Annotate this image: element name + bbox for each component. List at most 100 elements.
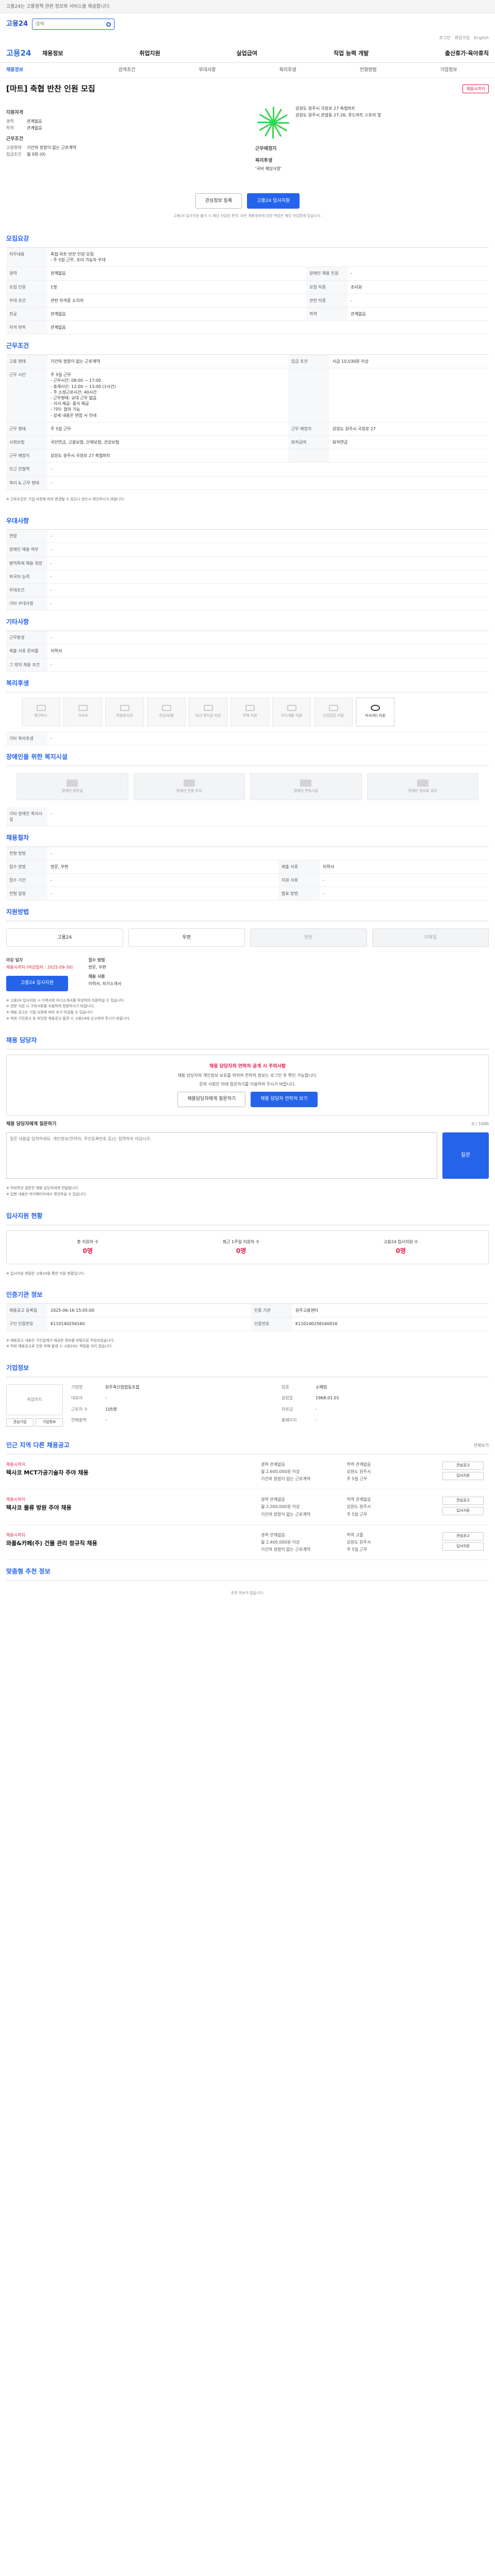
question-textarea[interactable] (6, 1132, 437, 1179)
meta-item: 기간의 정함이 없는 근로계약 (261, 1547, 310, 1552)
utility-links: 로그인 회원가입 English (0, 35, 495, 44)
row-label: 퇴직급여 (288, 435, 329, 450)
table-row: 전공 관계없음 학력 관계없음 (6, 307, 489, 321)
apply-job-button[interactable]: 입사지원 (442, 1507, 484, 1516)
menu-item[interactable]: 직업 능력 개발 (334, 49, 369, 57)
row-value: 방문, 우편 (47, 860, 278, 874)
meta-item: 기간의 정함이 없는 근로계약 (261, 1512, 310, 1517)
view-contact-button[interactable]: 채용 담당자 연락처 보기 (251, 1091, 318, 1107)
row-label: 전공 (6, 307, 47, 321)
company-field-label: 근로자 수 (71, 1406, 88, 1412)
company-field-value: 소매업 (316, 1384, 327, 1389)
follow-company-button[interactable]: 관심기업 (6, 1418, 34, 1427)
place-heading: 근무예정지 (255, 146, 277, 151)
tab[interactable]: 기업정보 (408, 67, 489, 74)
signup-link[interactable]: 회원가입 (455, 35, 470, 44)
benefit-item: 자기개발 지원 (272, 697, 311, 726)
site-logo[interactable]: 고용24 (6, 48, 42, 59)
benefit-icon (161, 705, 171, 711)
contact-notice: 채용 담당자의 연락처 공개 시 주의사항 채용 담당자의 개인정보 보호를 위… (6, 1054, 489, 1116)
row-label: 제출 서류 (278, 860, 320, 874)
etc-section: 기타사항 근무환경 - 제출 서류 준비물 이력서 그 밖의 채용 조건 - (0, 611, 495, 672)
search-box[interactable] (32, 19, 115, 30)
section-title: 인근 지역 다른 채용공고 (6, 1441, 70, 1449)
section-title: 모집요강 (6, 227, 489, 248)
company-field-label: 기업명 (71, 1384, 83, 1389)
conditions-footnote: ※ 근로조건은 기업 사정에 따라 변경될 수 있으니 반드시 확인하시기 바랍… (6, 497, 125, 501)
mode-post[interactable]: 우편 (128, 928, 245, 947)
company-field-label: 연매출액 (71, 1418, 87, 1423)
warning-text: 채용 담당자의 연락처 공개 시 주의사항 (209, 1063, 286, 1069)
location-map[interactable]: 강원도 원주시 국원로 27 축협마트 강원도 원주시 관설동 27-26, 푸… (255, 105, 489, 141)
menu-item[interactable]: 출산휴가·육아휴직 (445, 49, 489, 57)
row-label (288, 368, 329, 422)
apply-button[interactable]: 고용24 입사지원 (247, 193, 300, 209)
benefit-icon (370, 705, 380, 711)
scrap-button[interactable]: 관심정보 등록 (195, 193, 242, 209)
section-title: 복리후생 (6, 672, 489, 692)
benefit-label: 연금/보험 (159, 714, 174, 718)
summary-heading: 지원자격 (6, 110, 24, 115)
mode-online[interactable]: 고용24 (6, 928, 123, 947)
map-caption: 강원도 원주시 관설동 27-26, 푸드마트 스토리 앞 (295, 113, 382, 118)
meta-item: 경력 관계없음 (261, 1497, 285, 1502)
row-value: 퇴직연금 (329, 435, 489, 450)
related-job-title[interactable]: 와플&카페(주) 건물 관리 정규직 채용 (6, 1539, 255, 1547)
brand[interactable]: 고용24 (6, 20, 28, 29)
submit-question-button[interactable]: 질문 (442, 1132, 489, 1179)
mode-visit[interactable]: 방문 (250, 928, 367, 947)
row-label: 우대조건 (6, 583, 47, 598)
meta-item: 기간의 정함이 없는 근로계약 (261, 1477, 310, 1482)
related-job-meta: 경력 관계없음 학력 관계없음 월 2,300,000원 이상 강원도 원주시 기간의 … (261, 1497, 431, 1517)
apply-online-button[interactable]: 고용24 입사지원 (6, 975, 68, 991)
row-value: - (47, 597, 489, 611)
apply-job-button[interactable]: 입사지원 (442, 1542, 484, 1551)
related-job[interactable]: 채용시까지 텍사코 MCT가공기술자 주야 채용 경력 관계없음 학력 관계없음 월 2… (6, 1454, 489, 1490)
benefit-icon (328, 705, 338, 711)
menu-item[interactable]: 취업지원 (139, 49, 160, 57)
company-info-button[interactable]: 기업정보 (36, 1418, 63, 1427)
section-title: 근무조건 (6, 334, 489, 355)
benefits-table: 기타 복리후생 - (6, 732, 489, 745)
related-job-title[interactable]: 텍사코 물류 방원 주야 채용 (6, 1504, 255, 1512)
selection-table: 전형 방법 - 접수 방법 방문, 우편 제출 서류 이력서 접수 기간 - 지원 서류 - 전형 … (6, 846, 489, 901)
main-nav: 고용24 채용정보 취업지원 실업급여 직업 능력 개발 출산휴가·육아휴직 (0, 44, 495, 63)
scrap-job-button[interactable]: 관심공고 (442, 1532, 484, 1540)
table-row: 연령 - (6, 530, 489, 544)
job-title: [마트] 축협 반찬 인원 모집 (6, 84, 95, 93)
related-job-title[interactable]: 텍사코 MCT가공기술자 주야 채용 (6, 1469, 255, 1477)
menu-item[interactable]: 채용정보 (42, 49, 63, 57)
related-job[interactable]: 채용시까지 텍사코 물류 방원 주야 채용 경력 관계없음 학력 관계없음 월 2,30… (6, 1489, 489, 1525)
row-value: - (47, 530, 489, 544)
benefit-label: 자기개발 지원 (281, 714, 302, 718)
row-value: 조리원 (348, 280, 489, 294)
row-label: 구인 인증번호 (6, 1317, 47, 1331)
meta-item: 경력 관계없음 (261, 1532, 285, 1537)
tab[interactable]: 우대사항 (167, 67, 248, 74)
apply-job-button[interactable]: 입사지원 (442, 1471, 484, 1480)
status-section: 입사지원 현황 총 지원자 수 0명 최근 1주일 지원자 수 0명 고용24 입사… (0, 1205, 495, 1277)
search-input[interactable] (36, 22, 105, 27)
scrap-job-button[interactable]: 관심공고 (442, 1461, 484, 1470)
section-title: 기업정보 (6, 1357, 489, 1377)
tab[interactable]: 전형방법 (328, 67, 408, 74)
benefit-label: 통근버스 (34, 714, 48, 718)
meta-item: 강원도 원주시 (346, 1469, 371, 1474)
row-label: 발표 방법 (278, 887, 320, 901)
mode-email[interactable]: 이메일 (372, 928, 489, 947)
search-icon[interactable] (106, 22, 111, 27)
login-link[interactable]: 로그인 (439, 35, 451, 44)
menu-item[interactable]: 실업급여 (236, 49, 257, 57)
related-job[interactable]: 채용시까지 와플&카페(주) 건물 관리 정규직 채용 경력 관계없음 학력 고졸 월 … (6, 1525, 489, 1561)
scrap-job-button[interactable]: 관심공고 (442, 1497, 484, 1505)
row-label: 직무내용 (6, 247, 47, 267)
benefit-item: 통근버스 (22, 697, 60, 726)
view-all-link[interactable]: 전체보기 (474, 1443, 489, 1448)
tab[interactable]: 검색조건 (87, 67, 167, 74)
tab-overview[interactable]: 채용정보 (6, 67, 87, 74)
ask-button[interactable]: 채용담당자에게 질문하기 (177, 1091, 246, 1107)
company-field-label: 홈페이지 (282, 1418, 297, 1423)
tab[interactable]: 복리후생 (248, 67, 328, 74)
language-link[interactable]: English (474, 35, 489, 44)
benefit-item: 건강검진 지원 (314, 697, 353, 726)
